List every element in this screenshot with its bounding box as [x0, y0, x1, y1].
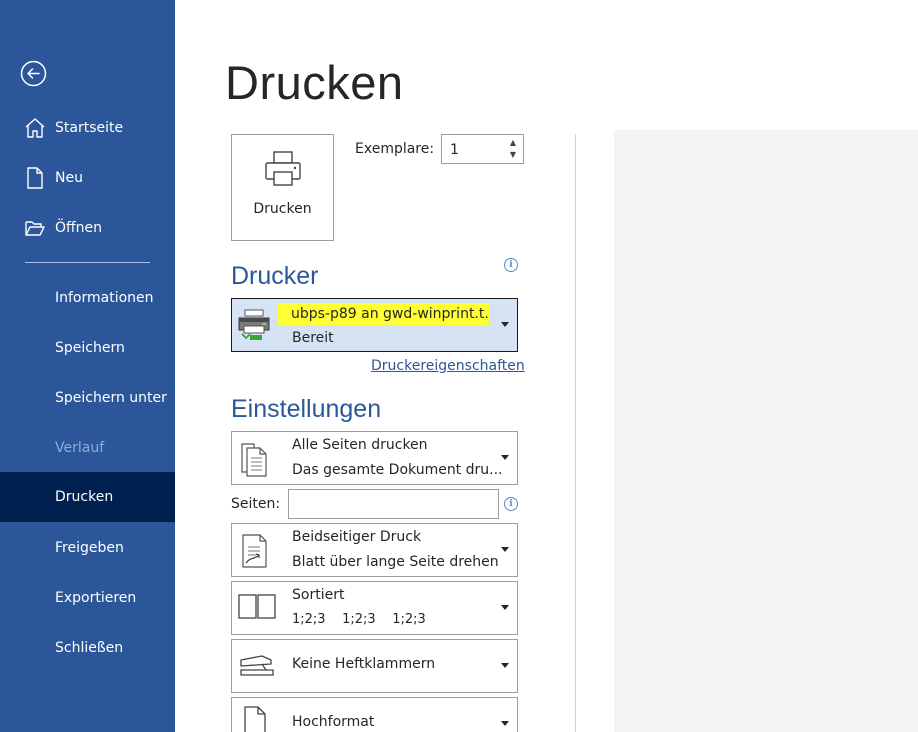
sidebar-item-export[interactable]: Exportieren: [0, 573, 175, 623]
info-icon[interactable]: i: [504, 497, 518, 511]
sidebar-item-print[interactable]: Drucken: [0, 472, 175, 522]
info-icon[interactable]: i: [504, 258, 518, 272]
back-arrow-icon: [20, 60, 47, 87]
pages-input[interactable]: [288, 489, 499, 519]
sidebar-item-label: Neu: [55, 170, 83, 186]
copies-label: Exemplare:: [355, 141, 435, 157]
stapler-icon: [240, 655, 274, 676]
copies-stepper[interactable]: 1 ▲ ▼: [441, 134, 524, 164]
sidebar-item-label: Schließen: [55, 640, 124, 656]
print-preview-pane: [614, 130, 918, 732]
setting-primary: Alle Seiten drucken: [292, 437, 428, 453]
sidebar-item-home[interactable]: Startseite: [0, 103, 175, 153]
home-icon: [25, 118, 45, 138]
sidebar-item-label: Freigeben: [55, 540, 124, 556]
settings-heading: Einstellungen: [231, 395, 382, 423]
vertical-divider: [575, 134, 576, 732]
sidebar-item-share[interactable]: Freigeben: [0, 523, 175, 573]
printer-name: ubps-p89 an gwd-winprint.t...: [278, 303, 489, 325]
setting-primary: Hochformat: [292, 714, 375, 730]
sidebar-item-label: Informationen: [55, 290, 154, 306]
setting-secondary: Das gesamte Dokument dru...: [292, 462, 503, 478]
setting-primary: Sortiert: [292, 587, 345, 603]
new-document-icon: [27, 167, 43, 189]
sidebar-item-info[interactable]: Informationen: [0, 273, 175, 323]
collate-dropdown[interactable]: Sortiert 1;2;3 1;2;3 1;2;3: [231, 581, 518, 635]
print-range-dropdown[interactable]: Alle Seiten drucken Das gesamte Dokument…: [231, 431, 518, 485]
dropdown-caret-icon: [501, 663, 509, 668]
sidebar-item-close[interactable]: Schließen: [0, 623, 175, 673]
chevron-down-icon[interactable]: ▼: [508, 149, 518, 161]
printer-properties-link[interactable]: Druckereigenschaften: [371, 358, 525, 374]
dropdown-caret-icon: [501, 721, 509, 726]
portrait-orientation-icon: [244, 706, 266, 732]
printer-icon: [265, 151, 301, 186]
setting-secondary: Blatt über lange Seite drehen: [292, 554, 499, 570]
sidebar-divider: [25, 262, 150, 263]
setting-secondary: 1;2;3 1;2;3 1;2;3: [292, 612, 426, 627]
dropdown-caret-icon: [501, 455, 509, 460]
dropdown-caret-icon: [501, 547, 509, 552]
sidebar-item-label: Startseite: [55, 120, 124, 136]
dropdown-caret-icon: [501, 605, 509, 610]
duplex-dropdown[interactable]: Beidseitiger Druck Blatt über lange Seit…: [231, 523, 518, 577]
print-button-label: Drucken: [253, 201, 312, 217]
folder-open-icon: [25, 221, 45, 236]
sidebar-item-open[interactable]: Öffnen: [0, 203, 175, 253]
sidebar-item-label: Verlauf: [55, 440, 105, 456]
sidebar-item-new[interactable]: Neu: [0, 153, 175, 203]
copies-value: 1: [450, 142, 459, 158]
print-button[interactable]: Drucken: [231, 134, 334, 241]
duplex-print-icon: [242, 534, 267, 568]
sidebar-item-label: Speichern unter: [55, 390, 167, 406]
staple-dropdown[interactable]: Keine Heftklammern: [231, 639, 518, 693]
sidebar-item-save[interactable]: Speichern: [0, 323, 175, 373]
pages-icon: [241, 443, 267, 477]
sidebar-item-label: Speichern: [55, 340, 125, 356]
collated-icon: [238, 594, 276, 619]
back-button[interactable]: [20, 60, 47, 87]
network-printer-icon: [238, 309, 270, 340]
sidebar-item-label: Exportieren: [55, 590, 137, 606]
orientation-dropdown[interactable]: Hochformat: [231, 697, 518, 732]
sidebar-item-label: Öffnen: [55, 220, 103, 236]
printer-status: Bereit: [292, 330, 334, 346]
pages-label: Seiten:: [231, 496, 281, 512]
sidebar-item-label: Drucken: [55, 489, 114, 505]
setting-primary: Keine Heftklammern: [292, 656, 436, 672]
chevron-up-icon[interactable]: ▲: [508, 137, 518, 149]
page-title: Drucken: [225, 56, 404, 109]
sidebar-item-history: Verlauf: [0, 423, 175, 473]
setting-primary: Beidseitiger Druck: [292, 529, 422, 545]
printer-dropdown[interactable]: ubps-p89 an gwd-winprint.t... Bereit: [231, 298, 518, 352]
backstage-sidebar: Startseite Neu Öffnen Informationen Spei…: [0, 0, 175, 732]
sidebar-item-save-as[interactable]: Speichern unter: [0, 373, 175, 423]
dropdown-caret-icon: [501, 322, 509, 327]
printer-heading: Drucker: [231, 262, 319, 290]
